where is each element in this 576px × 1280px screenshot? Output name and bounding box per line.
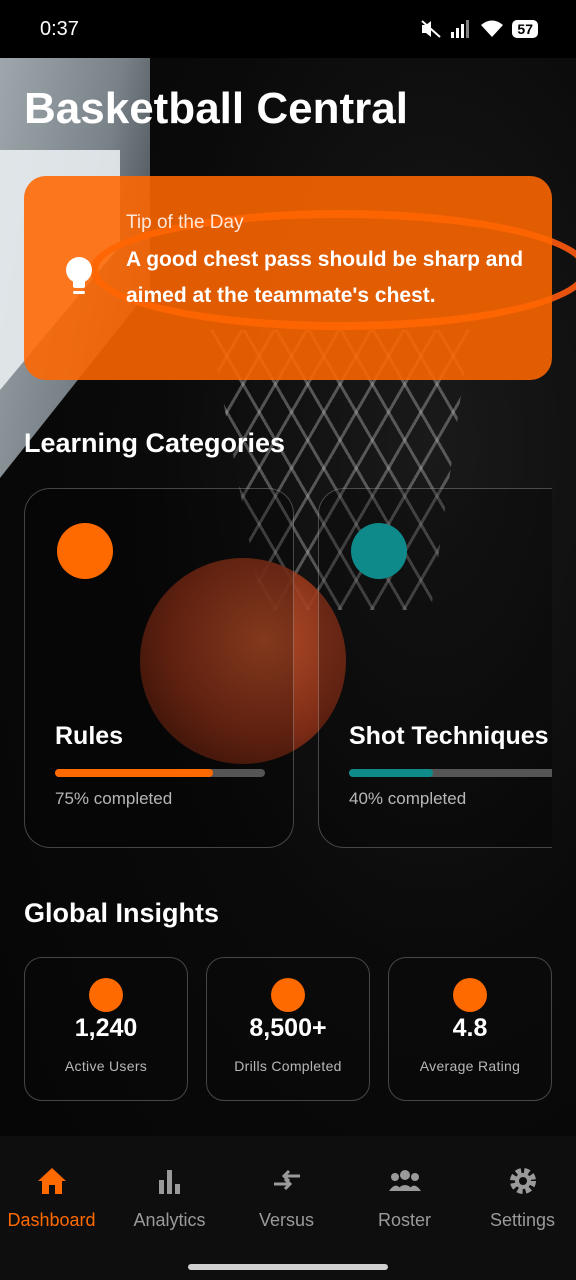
tip-label: Tip of the Day — [126, 212, 244, 233]
category-dot — [57, 523, 113, 579]
learning-categories-title: Learning Categories — [24, 428, 286, 458]
mute-icon — [421, 20, 442, 38]
stat-value: 1,240 — [74, 1014, 138, 1042]
category-progress-text: 40% completed — [349, 789, 467, 808]
home-icon — [37, 1168, 66, 1194]
stat-label: Average Rating — [419, 1058, 521, 1074]
stat-card-drills-completed: 8,500+ Drills Completed — [206, 957, 370, 1101]
lightbulb-icon — [66, 257, 92, 294]
stat-card-average-rating: 4.8 Average Rating — [388, 957, 552, 1101]
progress-fill — [55, 769, 213, 777]
compare-arrows-icon — [273, 1169, 300, 1191]
category-title: Shot Techniques — [349, 722, 549, 750]
stat-dot — [89, 978, 123, 1012]
category-dot — [351, 523, 407, 579]
stat-dot — [453, 978, 487, 1012]
stat-value: 8,500+ — [249, 1014, 327, 1042]
tip-text: A good chest pass should be sharp and ai… — [126, 248, 524, 307]
stat-value: 4.8 — [452, 1014, 488, 1042]
nav-label: Versus — [258, 1210, 315, 1230]
status-time: 0:37 — [40, 17, 79, 40]
gear-icon — [509, 1168, 536, 1194]
stat-card-active-users: 1,240 Active Users — [24, 957, 188, 1101]
category-progress-text: 75% completed — [55, 789, 173, 808]
stat-dot — [271, 978, 305, 1012]
nav-item-dashboard[interactable]: Dashboard — [0, 1136, 109, 1246]
nav-item-analytics[interactable]: Analytics — [112, 1136, 227, 1246]
progress-fill — [349, 769, 433, 777]
nav-label: Roster — [377, 1210, 431, 1230]
stat-label: Drills Completed — [234, 1058, 342, 1074]
battery-indicator: 57 — [512, 20, 538, 38]
categories-carousel[interactable]: Rules 75% completed Shot Techniques 40% … — [0, 488, 552, 858]
global-insights-title: Global Insights — [24, 898, 220, 928]
category-card-shot-techniques[interactable]: Shot Techniques 40% completed — [318, 488, 552, 848]
category-title: Rules — [55, 722, 124, 750]
nav-label: Analytics — [133, 1210, 206, 1230]
nav-label: Dashboard — [7, 1210, 96, 1230]
bottom-navigation: Dashboard Analytics Versus Roster Settin… — [0, 1136, 576, 1280]
nav-label: Settings — [489, 1210, 556, 1230]
bar-chart-icon — [158, 1170, 180, 1194]
nav-item-settings[interactable]: Settings — [465, 1136, 576, 1246]
wifi-icon — [481, 20, 504, 37]
nav-item-versus[interactable]: Versus — [229, 1136, 344, 1246]
nav-item-roster[interactable]: Roster — [347, 1136, 462, 1246]
group-icon — [388, 1170, 421, 1191]
status-bar: 0:37 57 — [0, 0, 576, 58]
page-title: Basketball Central — [24, 84, 408, 133]
home-indicator[interactable] — [188, 1264, 388, 1270]
tip-of-the-day-card[interactable]: Tip of the Day A good chest pass should … — [24, 176, 552, 380]
status-icons: 57 — [420, 19, 538, 39]
signal-icon — [451, 20, 470, 38]
stat-label: Active Users — [64, 1058, 148, 1074]
category-card-rules[interactable]: Rules 75% completed — [24, 488, 294, 848]
